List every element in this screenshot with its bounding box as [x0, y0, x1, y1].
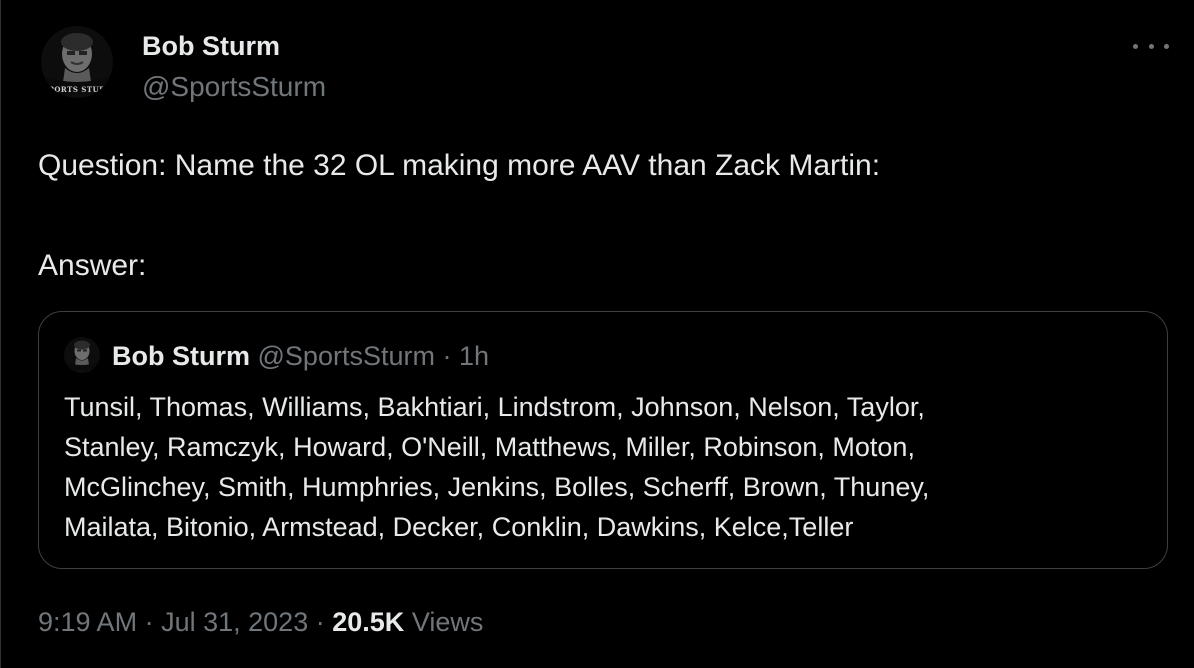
- quoted-tweet-header: Bob Sturm @SportsSturm · 1h: [112, 339, 489, 373]
- more-options-button[interactable]: [1133, 34, 1169, 58]
- quoted-separator: ·: [442, 341, 452, 371]
- more-dot-icon: [1164, 43, 1169, 49]
- tweet-time[interactable]: 9:19 AM: [38, 607, 137, 637]
- quoted-text-line: McGlinchey, Smith, Humphries, Jenkins, B…: [64, 472, 930, 502]
- views-label[interactable]: Views: [412, 607, 484, 637]
- views-count[interactable]: 20.5K: [332, 607, 404, 637]
- author-handle[interactable]: @SportsSturm: [142, 70, 326, 104]
- more-dot-icon: [1133, 43, 1138, 49]
- meta-separator: ·: [144, 607, 154, 637]
- quoted-author-display-name: Bob Sturm: [112, 341, 250, 371]
- tweet-text: Question: Name the 32 OL making more AAV…: [38, 146, 1158, 286]
- tweet-meta: 9:19 AM · Jul 31, 2023 · 20.5K Views: [38, 604, 483, 640]
- tweet-answer-label: Answer:: [38, 249, 147, 282]
- tweet-question: Question: Name the 32 OL making more AAV…: [38, 149, 881, 182]
- quoted-tweet-text: Tunsil, Thomas, Williams, Bakhtiari, Lin…: [64, 387, 1154, 547]
- quoted-tweet-card[interactable]: Bob Sturm @SportsSturm · 1h Tunsil, Thom…: [38, 311, 1168, 569]
- quoted-tweet-time: 1h: [459, 341, 490, 371]
- sports-sturm-logo-icon: [64, 337, 100, 373]
- meta-separator: ·: [315, 607, 325, 637]
- quoted-author-avatar: [64, 337, 100, 373]
- tweet: SPORTS STURM Bob Sturm @SportsSturm Ques…: [0, 0, 1194, 668]
- quoted-text-line: Stanley, Ramczyk, Howard, O'Neill, Matth…: [64, 432, 915, 462]
- author-display-name[interactable]: Bob Sturm: [142, 29, 280, 63]
- avatar-logo-text: SPORTS STURM: [43, 85, 111, 94]
- tweet-date[interactable]: Jul 31, 2023: [161, 607, 308, 637]
- more-dot-icon: [1148, 43, 1154, 49]
- quoted-author-handle: @SportsSturm: [257, 341, 435, 371]
- quoted-text-line: Tunsil, Thomas, Williams, Bakhtiari, Lin…: [64, 392, 925, 422]
- quoted-text-line: Mailata, Bitonio, Armstead, Decker, Conk…: [64, 512, 854, 542]
- author-avatar[interactable]: SPORTS STURM: [41, 26, 113, 98]
